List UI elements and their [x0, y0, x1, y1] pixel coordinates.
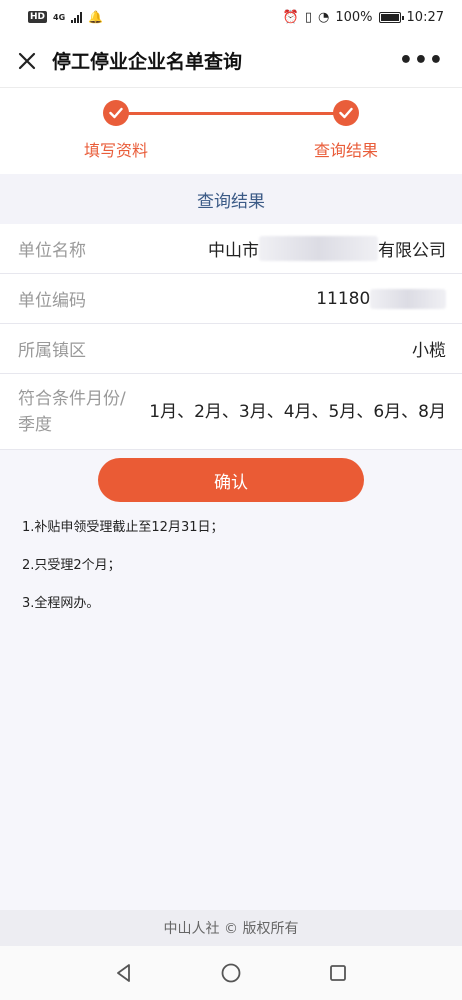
title-bar: 停工停业企业名单查询 •••	[0, 34, 462, 88]
network-type: 4G	[53, 12, 66, 22]
value-prefix: 中山市	[208, 241, 259, 261]
row-label: 单位名称	[18, 241, 86, 261]
system-nav-bar	[0, 946, 462, 1000]
redacted-text: 0000000	[370, 288, 446, 309]
step-check-icon	[333, 100, 359, 126]
nav-back-button[interactable]	[109, 958, 139, 988]
step-label: 填写资料	[83, 141, 148, 160]
row-value: 中山市建某某实业发展有限公司	[208, 236, 446, 261]
page-title: 停工停业企业名单查询	[52, 51, 243, 73]
row-value: 1月、2月、3月、4月、5月、6月、8月	[149, 401, 446, 422]
vibrate-icon: ▯	[304, 9, 313, 25]
signal-icon	[71, 11, 83, 23]
row-company-code: 单位编码 111800000000	[0, 274, 462, 324]
status-right: ⏰ ▯ ◔ 100% 10:27	[283, 10, 444, 25]
row-label: 符合条件月份/季度	[18, 388, 126, 435]
step-label: 查询结果	[313, 141, 378, 160]
status-left: HD 4G 🔔	[28, 10, 103, 24]
alarm-icon: ⏰	[282, 9, 299, 25]
battery-percent: 100%	[335, 9, 373, 25]
status-bar: HD 4G 🔔 ⏰ ▯ ◔ 100% 10:27	[0, 0, 462, 34]
clock: 10:27	[406, 9, 444, 25]
nav-home-button[interactable]	[216, 958, 246, 988]
redacted-text: 建某某实业发展	[259, 236, 378, 261]
close-button[interactable]	[14, 48, 40, 74]
speed-icon: ◔	[318, 9, 330, 25]
note-item: 2.只受理2个月；	[22, 558, 121, 573]
battery-icon	[378, 11, 404, 23]
step-query-result: 查询结果	[276, 100, 416, 161]
footer-copyright: 中山人社 © 版权所有	[0, 910, 462, 946]
row-value: 小榄	[412, 341, 446, 361]
close-icon	[18, 52, 36, 69]
more-icon: •••	[398, 48, 444, 73]
step-check-icon	[103, 100, 129, 126]
row-value: 111800000000	[316, 288, 446, 309]
hd-badge: HD	[28, 11, 48, 23]
result-info-list: 单位名称 中山市建某某实业发展有限公司 单位编码 111800000000 所属…	[0, 224, 462, 450]
notes-list: 1.补贴申领受理截止至12月31日； 2.只受理2个月； 3.全程网办。	[22, 520, 442, 634]
confirm-button[interactable]: 确认	[98, 458, 364, 502]
row-label: 所属镇区	[18, 341, 86, 361]
recents-square-icon	[330, 965, 347, 981]
row-company-name: 单位名称 中山市建某某实业发展有限公司	[0, 224, 462, 274]
back-triangle-icon	[116, 964, 130, 982]
more-button[interactable]: •••	[395, 48, 448, 73]
home-circle-icon	[221, 963, 241, 983]
note-item: 1.补贴申领受理截止至12月31日；	[22, 520, 224, 535]
step-fill-info: 填写资料	[46, 100, 186, 161]
nav-recents-button[interactable]	[323, 958, 353, 988]
row-label: 单位编码	[18, 291, 86, 311]
result-header: 查询结果	[0, 174, 462, 224]
row-town: 所属镇区 小榄	[0, 324, 462, 374]
row-eligible-months: 符合条件月份/季度 1月、2月、3月、4月、5月、6月、8月	[0, 374, 462, 450]
value-prefix: 11180	[316, 288, 371, 309]
notification-icon: 🔔	[88, 10, 104, 24]
note-item: 3.全程网办。	[22, 596, 100, 611]
value-suffix: 有限公司	[378, 241, 446, 261]
progress-steps: 填写资料 查询结果	[0, 88, 462, 174]
